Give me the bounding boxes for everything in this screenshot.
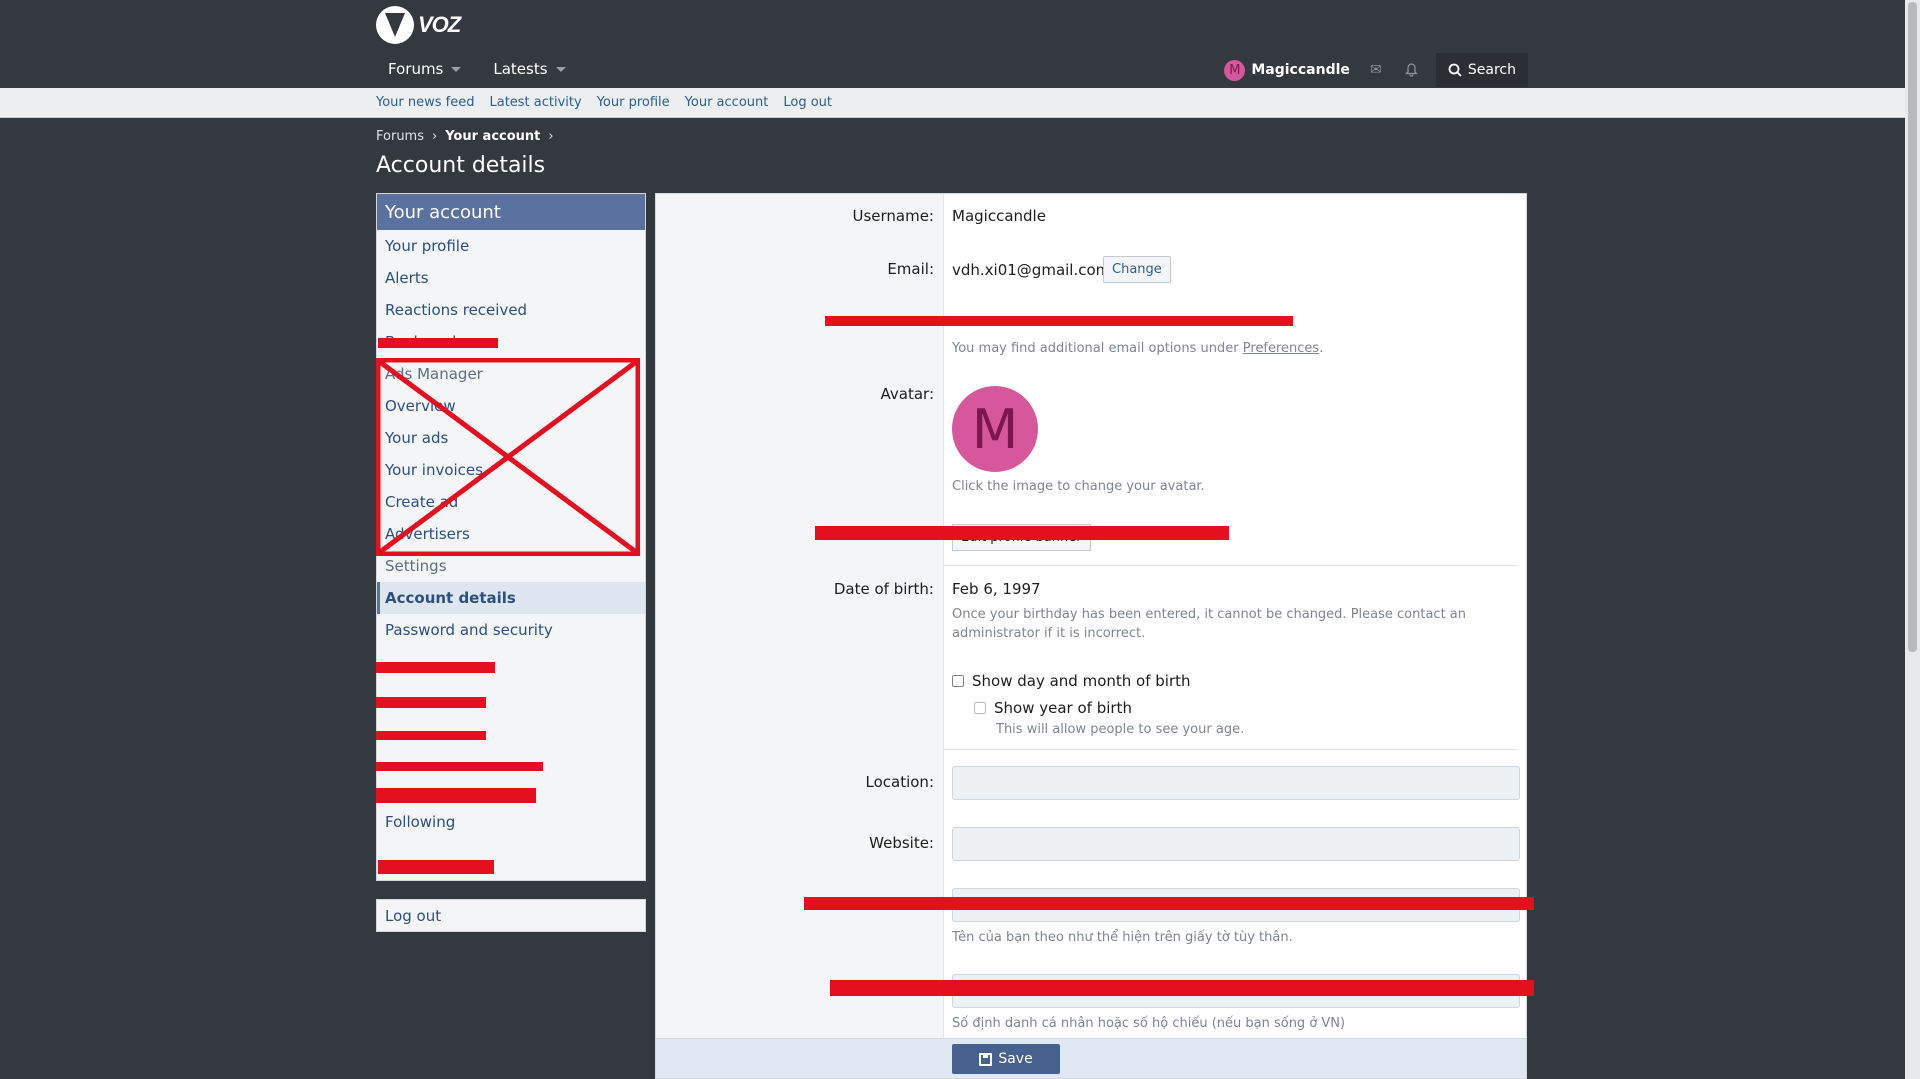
website-label: Website: [869, 834, 934, 852]
redaction-mark [376, 788, 536, 803]
nav-forums[interactable]: Forums [376, 58, 473, 80]
redaction-mark [376, 731, 486, 740]
username-value: Magiccandle [952, 207, 1046, 225]
breadcrumb-your-account[interactable]: Your account [445, 129, 540, 144]
location-label: Location: [865, 773, 935, 791]
username-label: Username: [852, 207, 934, 225]
chevron-right-icon: › [548, 129, 554, 144]
redaction-mark [815, 526, 1229, 540]
redaction-mark [825, 316, 1293, 326]
dob-hint: Once your birthday has been entered, it … [952, 607, 1467, 641]
show-year-label: Show year of birth [994, 699, 1132, 717]
redaction-mark [378, 338, 498, 348]
show-day-month-checkbox[interactable]: Show day and month of birth [952, 672, 1191, 690]
checkbox-icon[interactable] [974, 702, 986, 714]
sidebar-header: Your account [377, 194, 645, 230]
floppy-disk-icon [979, 1052, 993, 1066]
full-name-hint: Tên của bạn theo như thể hiện trên giấy … [952, 930, 1293, 945]
redaction-mark [804, 897, 1534, 910]
avatar-hint: Click the image to change your avatar. [952, 479, 1205, 494]
sidebar-item-following[interactable]: Following [377, 806, 645, 838]
avatar: M [1224, 59, 1246, 81]
envelope-icon[interactable]: ✉ [1358, 62, 1394, 78]
email-value: vdh.xi01@gmail.com [952, 261, 1111, 279]
checkbox-icon[interactable] [952, 675, 964, 687]
redaction-mark [830, 980, 1534, 996]
email-hint-suffix: . [1319, 341, 1324, 356]
form-label-column [656, 194, 944, 1078]
site-logo[interactable]: VOZ [376, 6, 461, 44]
subnav-your-profile[interactable]: Your profile [597, 95, 670, 110]
show-day-month-label: Show day and month of birth [972, 672, 1191, 690]
subnav-your-account[interactable]: Your account [685, 95, 769, 110]
scrollbar-thumb[interactable] [1908, 2, 1917, 652]
search-button[interactable]: Search [1435, 53, 1528, 87]
subnav-news-feed[interactable]: Your news feed [376, 95, 474, 110]
nav-latests[interactable]: Latests [481, 58, 577, 80]
redaction-mark [378, 860, 494, 874]
id-number-hint: Số định danh cá nhân hoặc số hộ chiếu (n… [952, 1016, 1346, 1031]
avatar[interactable]: M [952, 386, 1038, 472]
form-submit-row: Save [656, 1038, 1526, 1078]
sidebar-item-alerts[interactable]: Alerts [377, 262, 645, 294]
redaction-mark [376, 762, 543, 771]
subnav-log-out[interactable]: Log out [783, 95, 832, 110]
sidebar-item-your-profile[interactable]: Your profile [377, 230, 645, 262]
breadcrumb-forums[interactable]: Forums [376, 129, 424, 144]
redaction-mark [376, 697, 486, 708]
email-options-hint: You may find additional email options un… [952, 339, 1323, 358]
chevron-down-icon[interactable] [555, 66, 566, 72]
redaction-mark [376, 662, 495, 673]
sub-nav: Your news feed Latest activity Your prof… [0, 88, 1905, 118]
page-title: Account details [376, 153, 546, 178]
username-label: Magiccandle [1251, 62, 1350, 78]
sidebar-item-account-details[interactable]: Account details [377, 582, 645, 614]
subnav-latest-activity[interactable]: Latest activity [489, 95, 581, 110]
save-label: Save [998, 1051, 1033, 1067]
preferences-link[interactable]: Preferences [1243, 341, 1319, 356]
avatar-label: Avatar: [880, 385, 934, 403]
search-label: Search [1467, 62, 1516, 78]
nav-forums-label: Forums [388, 60, 444, 78]
page-scrollbar[interactable] [1905, 0, 1920, 1079]
bell-icon[interactable] [1394, 63, 1430, 77]
user-menu[interactable]: M Magiccandle [1216, 59, 1358, 81]
chevron-down-icon[interactable] [451, 66, 462, 72]
email-label: Email: [887, 260, 934, 278]
sidebar-log-out[interactable]: Log out [376, 899, 646, 932]
show-year-hint: This will allow people to see your age. [996, 722, 1245, 737]
divider [944, 749, 1518, 750]
website-input[interactable] [952, 827, 1520, 861]
sidebar-item-password-security[interactable]: Password and security [377, 614, 645, 646]
location-input[interactable] [952, 766, 1520, 800]
main-nav: Forums Latests [376, 58, 578, 80]
divider [944, 565, 1518, 566]
chevron-right-icon: › [432, 129, 438, 144]
nav-latests-label: Latests [493, 60, 548, 78]
dob-label: Date of birth: [833, 580, 934, 598]
logo-text: VOZ [418, 12, 461, 37]
voz-logo-icon [376, 6, 414, 44]
email-hint-prefix: You may find additional email options un… [952, 341, 1243, 356]
dob-value: Feb 6, 1997 [952, 580, 1041, 598]
user-bar: M Magiccandle ✉ Search [1216, 53, 1528, 87]
search-icon [1448, 63, 1462, 77]
breadcrumb: Forums › Your account › [376, 129, 554, 144]
show-year-checkbox[interactable]: Show year of birth [974, 699, 1132, 717]
sidebar-item-reactions[interactable]: Reactions received [377, 294, 645, 326]
redaction-cross [376, 358, 640, 556]
save-button[interactable]: Save [952, 1044, 1060, 1074]
change-email-button[interactable]: Change [1103, 256, 1171, 283]
